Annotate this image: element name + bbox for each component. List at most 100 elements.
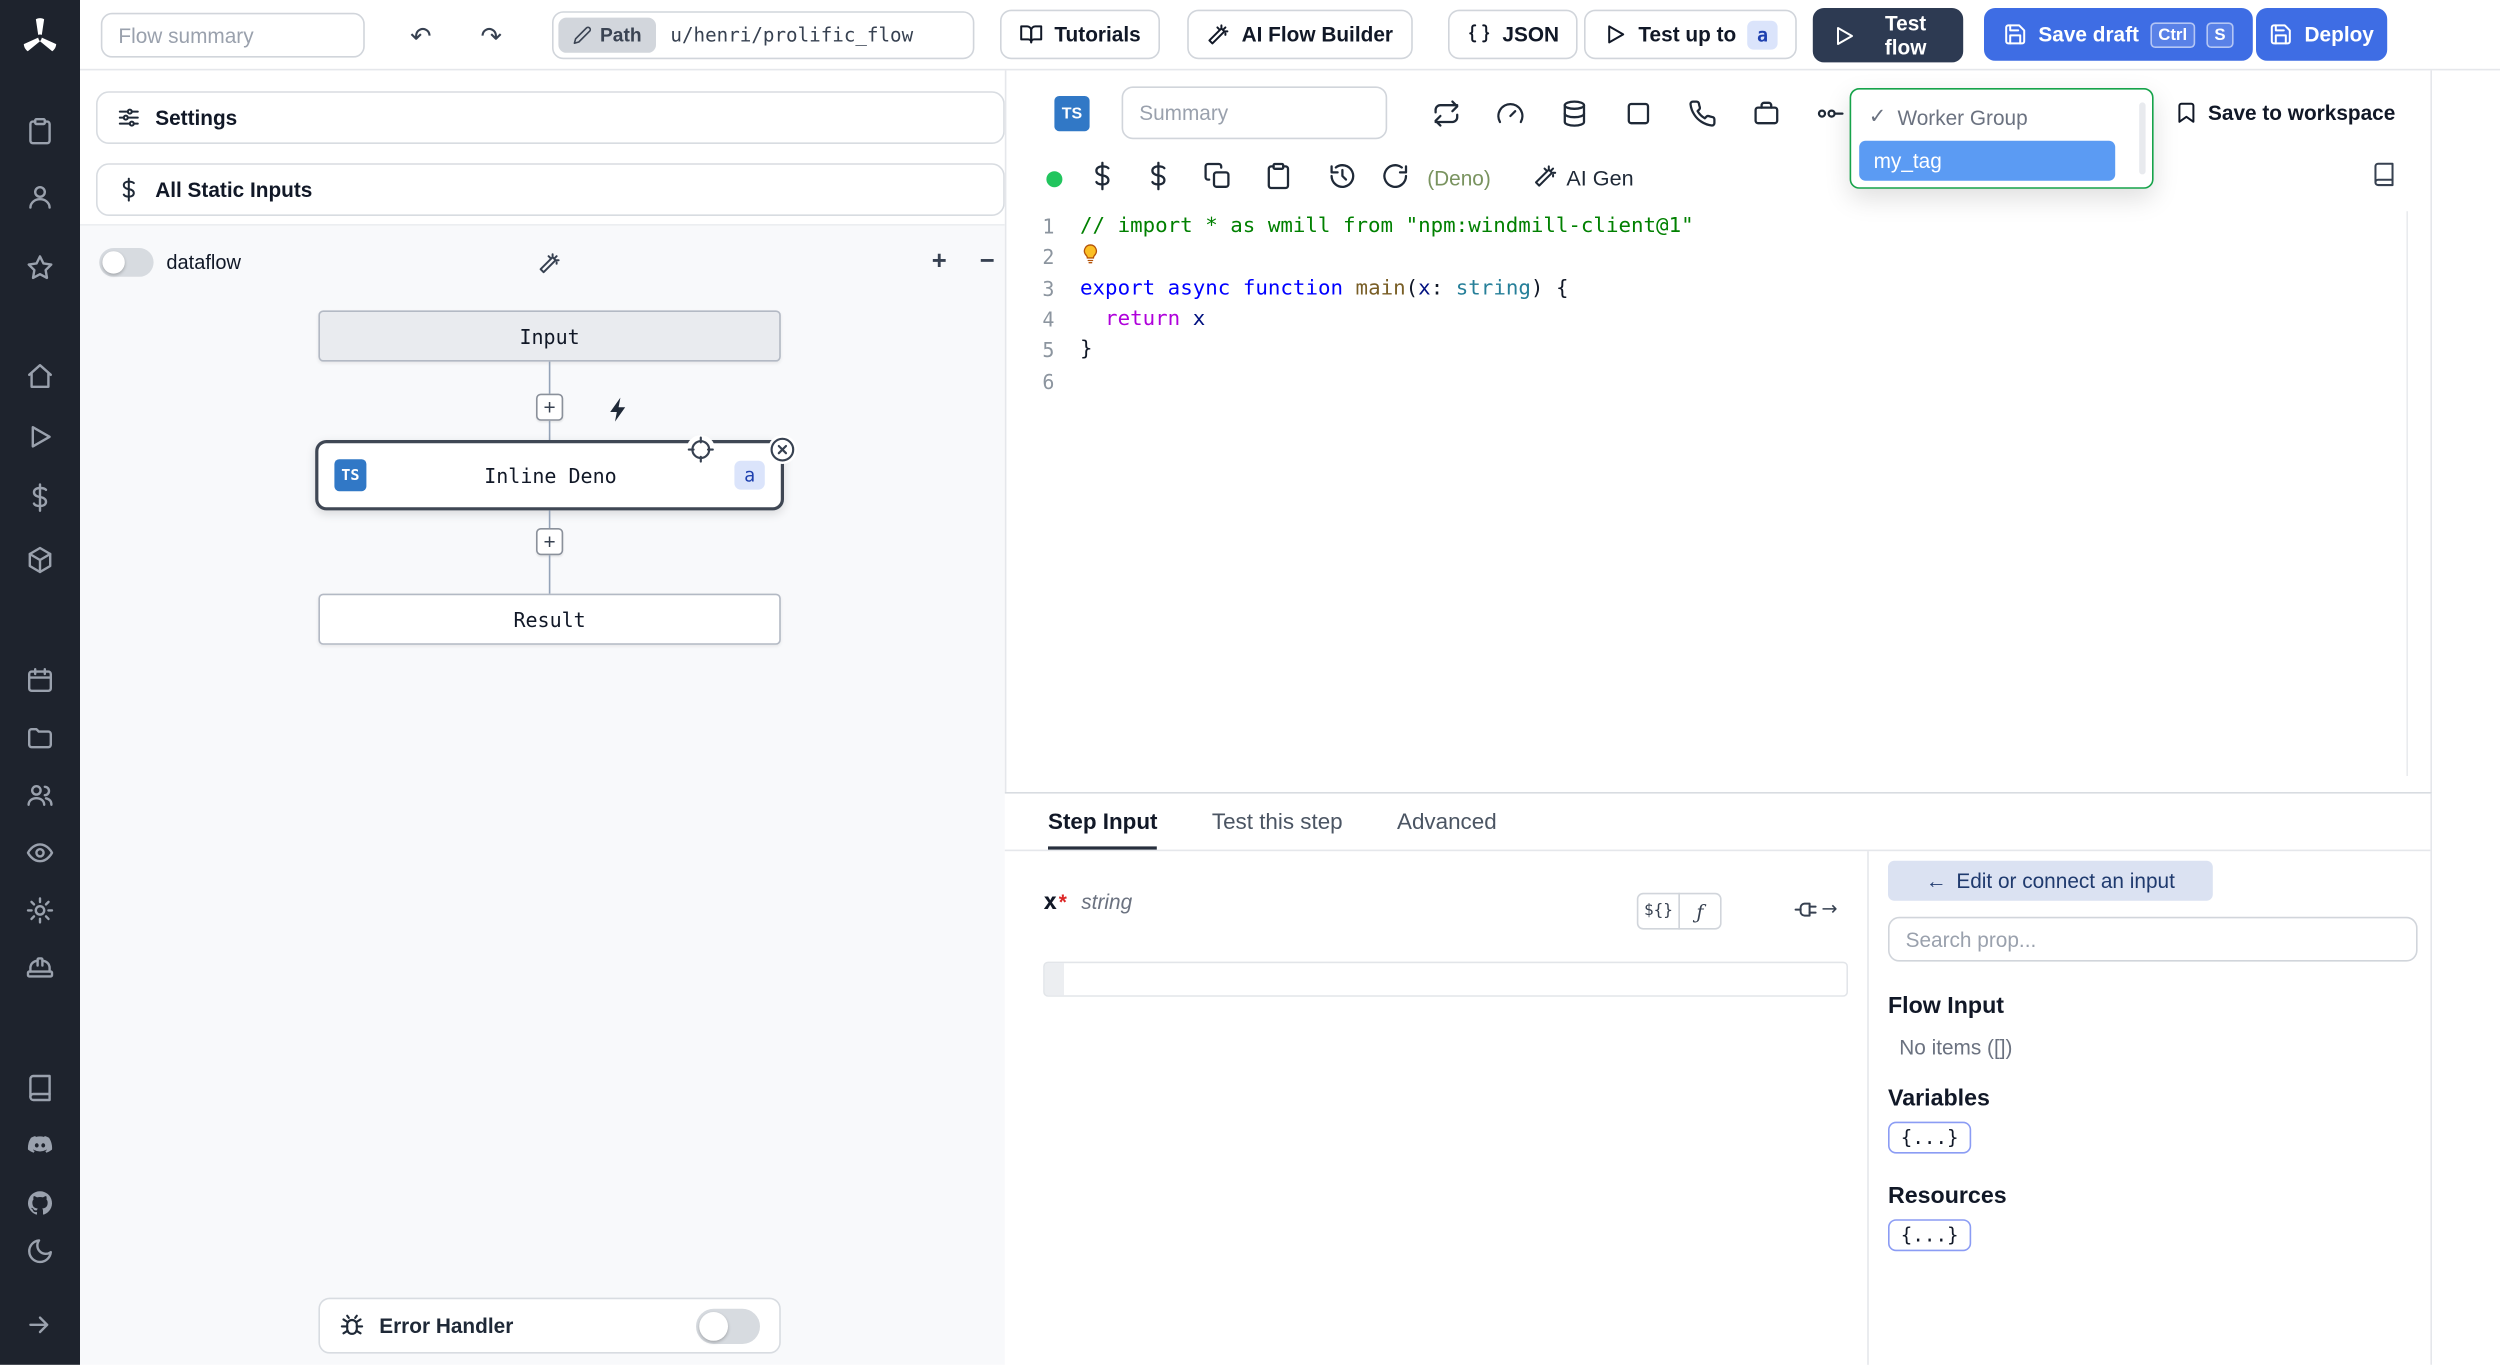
github-icon[interactable] — [26, 1189, 55, 1218]
arg-row: x * string — [1043, 890, 1132, 916]
deploy-button[interactable]: Deploy — [2256, 8, 2388, 61]
fx-toggle-button[interactable]: ƒ — [1678, 892, 1722, 930]
phone-icon[interactable] — [1688, 99, 1717, 128]
edit-or-connect-label: Edit or connect an input — [1956, 868, 2175, 893]
square-icon[interactable] — [1624, 99, 1653, 128]
wand-icon[interactable] — [1533, 163, 1559, 189]
path-pill-button[interactable]: Path — [558, 17, 657, 53]
code-line[interactable]: 5} — [1006, 335, 2430, 366]
dropdown-item-worker-group[interactable]: ✓ Worker Group — [1859, 98, 2144, 136]
eye-icon[interactable] — [26, 838, 55, 867]
path-label: Path — [600, 24, 642, 47]
search-prop-input[interactable] — [1888, 916, 2418, 962]
redo-button[interactable]: ↷ — [469, 13, 514, 58]
refresh-icon[interactable] — [1381, 162, 1410, 191]
hard-hat-icon[interactable] — [26, 954, 55, 983]
cube-icon[interactable] — [26, 546, 55, 575]
bolt-icon[interactable] — [605, 395, 634, 424]
line-number: 2 — [1042, 245, 1055, 270]
summary-input[interactable] — [1121, 86, 1388, 140]
variables-object-chip[interactable]: {...} — [1888, 1121, 1972, 1154]
zoom-in-button[interactable]: + — [922, 245, 957, 280]
graph-wand-button[interactable] — [523, 242, 574, 284]
test-up-to-button[interactable]: Test up to a — [1584, 9, 1797, 60]
check-icon: ✓ — [1868, 104, 1887, 128]
edit-or-connect-button[interactable]: ← Edit or connect an input — [1888, 860, 2213, 901]
calendar-icon[interactable] — [26, 666, 55, 695]
add-step-button[interactable]: + — [536, 528, 564, 556]
gear-icon[interactable] — [26, 896, 55, 925]
expr-toggle-button[interactable]: ${} — [1636, 892, 1680, 930]
tutorials-button[interactable]: Tutorials — [1000, 9, 1160, 60]
lightbulb-icon[interactable] — [1080, 244, 1101, 265]
error-handler-toggle[interactable] — [696, 1308, 760, 1344]
code-line[interactable]: 3 export async function main(x: string) { — [1006, 273, 2430, 304]
arg-value-input[interactable] — [1064, 963, 1847, 996]
step-editor-panel: TS ✓ Worker Group my_tag Save to workspa… — [1004, 70, 2432, 792]
expand-icon[interactable] — [26, 1310, 55, 1339]
zoom-out-button[interactable]: − — [970, 245, 1005, 280]
connect-pane: ← Edit or connect an input Flow Input No… — [1867, 851, 2430, 1365]
star-icon[interactable] — [26, 253, 55, 282]
settings-row[interactable]: Settings — [96, 91, 1005, 144]
node-result[interactable]: Result — [318, 593, 781, 645]
briefcase-icon[interactable] — [1752, 99, 1781, 128]
dollar-icon[interactable] — [1088, 161, 1117, 191]
moon-icon[interactable] — [26, 1237, 55, 1266]
editor-scrollbar[interactable] — [2406, 211, 2408, 776]
cable-icon[interactable] — [1816, 99, 1845, 128]
discord-icon[interactable] — [26, 1131, 55, 1160]
book-open-icon — [1019, 22, 1043, 46]
repeat-icon[interactable] — [1432, 99, 1461, 128]
dataflow-toggle[interactable] — [99, 248, 154, 277]
clipboard-icon[interactable] — [1264, 162, 1293, 191]
save-draft-button[interactable]: Save draft Ctrl S — [1984, 8, 2253, 61]
dropdown-scrollbar[interactable] — [2139, 102, 2146, 175]
selected-tag-label: my_tag — [1873, 148, 1942, 173]
code-editor[interactable]: 1// import * as wmill from "npm:windmill… — [1006, 211, 2430, 792]
status-dot — [1046, 171, 1063, 188]
all-static-inputs-row[interactable]: All Static Inputs — [96, 163, 1005, 216]
database-icon[interactable] — [1560, 99, 1589, 128]
users-icon[interactable] — [26, 781, 55, 810]
path-input[interactable] — [660, 24, 973, 47]
move-target-icon[interactable] — [686, 435, 716, 464]
tab-step-input[interactable]: Step Input — [1048, 794, 1158, 850]
code-line[interactable]: 4 return x — [1006, 304, 2430, 335]
folder-icon[interactable] — [26, 723, 55, 752]
play-icon[interactable] — [26, 422, 55, 451]
book-icon[interactable] — [2371, 162, 2397, 188]
user-icon[interactable] — [26, 182, 55, 211]
connect-plug-button[interactable]: → — [1786, 888, 1847, 930]
add-step-button[interactable]: + — [536, 393, 564, 421]
dollar-icon[interactable] — [1144, 161, 1173, 191]
code-line[interactable]: 2 — [1006, 242, 2430, 273]
flow-summary-input[interactable] — [100, 12, 365, 58]
ai-gen-label[interactable]: AI Gen — [1566, 166, 1633, 190]
test-flow-button[interactable]: Test flow — [1812, 8, 1964, 63]
gauge-icon[interactable] — [1496, 99, 1525, 128]
code-line[interactable]: 6 — [1006, 366, 2430, 397]
tab-advanced[interactable]: Advanced — [1397, 794, 1497, 850]
book-icon[interactable] — [26, 1074, 55, 1103]
undo-button[interactable]: ↶ — [398, 13, 443, 58]
history-icon[interactable] — [1328, 162, 1357, 191]
code-line[interactable]: 1// import * as wmill from "npm:windmill… — [1006, 211, 2430, 242]
windmill-logo[interactable] — [18, 14, 61, 57]
save-icon — [2269, 22, 2293, 46]
home-icon[interactable] — [26, 362, 55, 391]
ai-flow-builder-button[interactable]: AI Flow Builder — [1187, 9, 1413, 60]
dropdown-item-my-tag[interactable]: my_tag — [1859, 140, 2116, 181]
save-to-workspace-button[interactable]: Save to workspace — [2174, 101, 2395, 125]
resources-object-chip[interactable]: {...} — [1888, 1219, 1972, 1252]
node-input[interactable]: Input — [318, 310, 781, 362]
remove-step-button[interactable] — [768, 435, 797, 464]
dollar-icon[interactable] — [26, 483, 55, 512]
arrow-right-icon: → — [1821, 897, 1838, 920]
clipboard-icon[interactable] — [26, 117, 55, 146]
copy-icon[interactable] — [1203, 162, 1232, 191]
json-button[interactable]: JSON — [1448, 9, 1579, 60]
typescript-badge: TS — [1054, 96, 1090, 132]
tab-test-this-step[interactable]: Test this step — [1212, 794, 1343, 850]
error-handler-row[interactable]: Error Handler — [318, 1297, 781, 1354]
